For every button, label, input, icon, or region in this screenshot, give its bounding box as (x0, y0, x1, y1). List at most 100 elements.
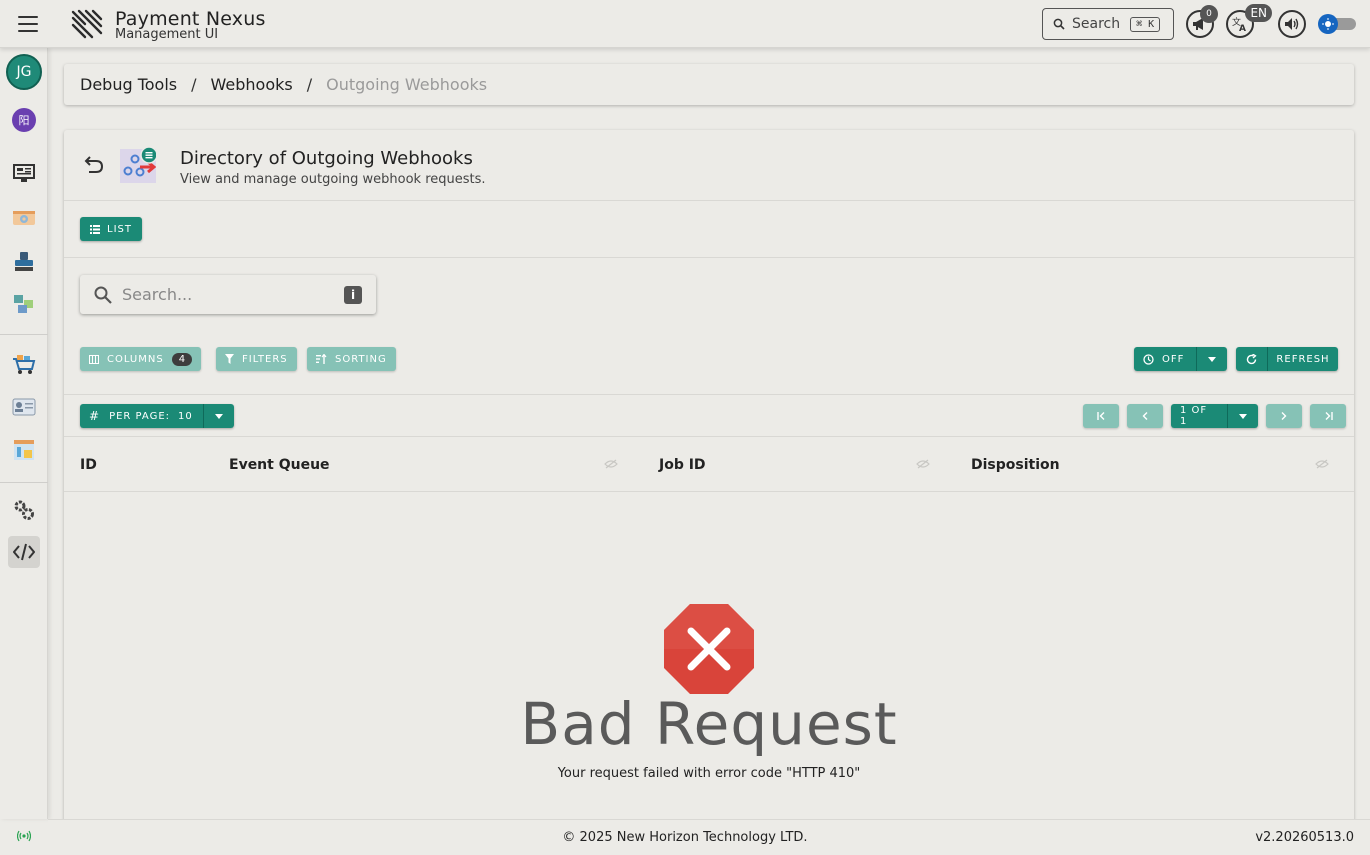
caret-down-icon (1208, 356, 1216, 362)
column-header-job-id[interactable]: Job ID (659, 457, 706, 473)
sidebar-item-settlement[interactable] (8, 202, 40, 234)
column-header-disposition[interactable]: Disposition (971, 457, 1060, 473)
webhook-icon (120, 147, 156, 183)
section-divider (64, 257, 1354, 258)
filters-label: FILTERS (242, 353, 288, 365)
org-avatar[interactable]: 阳 (12, 108, 36, 132)
breadcrumb-separator: / (306, 75, 313, 94)
eye-off-icon[interactable] (916, 459, 930, 469)
auto-refresh-dropdown[interactable] (1197, 347, 1227, 371)
copyright-text: © 2025 New Horizon Technology LTD. (562, 830, 808, 845)
filters-button[interactable]: FILTERS (216, 347, 297, 371)
timer-icon (1143, 353, 1154, 365)
version-text: v2.20260513.0 (1255, 830, 1354, 845)
section-divider (64, 394, 1354, 395)
user-avatar[interactable]: JG (6, 54, 42, 90)
report-icon (14, 440, 34, 460)
list-view-label: LIST (107, 223, 132, 235)
list-view-button[interactable]: LIST (80, 217, 142, 241)
search-icon (1053, 18, 1065, 30)
last-page-icon (1325, 412, 1333, 420)
columns-button[interactable]: COLUMNS 4 (80, 347, 202, 371)
connection-status-icon (17, 830, 31, 842)
column-header-event-queue[interactable]: Event Queue (229, 457, 330, 473)
per-page-dropdown[interactable] (204, 404, 234, 428)
sidebar-item-debug-tools[interactable] (8, 536, 40, 568)
per-page-select[interactable]: # PER PAGE: 10 (80, 404, 203, 428)
chevron-left-icon (1142, 412, 1148, 420)
sidebar-item-integrations[interactable] (8, 288, 40, 320)
breadcrumb-outgoing-webhooks: Outgoing Webhooks (326, 75, 488, 94)
refresh-icon-area (1236, 347, 1267, 371)
filter-icon (225, 354, 234, 364)
search-box: i (80, 275, 376, 314)
section-divider (64, 200, 1354, 201)
sidebar-item-dashboard[interactable] (8, 158, 40, 190)
language-badge: EN (1245, 4, 1272, 22)
sidebar: JG 阳 (0, 48, 48, 819)
menu-icon[interactable] (18, 16, 38, 32)
table-header-border (64, 491, 1354, 492)
refresh-icon (1246, 353, 1257, 364)
language-button[interactable]: 文 A EN (1226, 4, 1272, 38)
search-input[interactable] (122, 285, 332, 304)
sidebar-item-orders[interactable] (8, 348, 40, 380)
eye-off-icon[interactable] (604, 459, 618, 469)
search-shortcut: ⌘ K (1130, 16, 1161, 32)
notification-badge: 0 (1200, 5, 1218, 23)
refresh-button[interactable]: REFRESH (1236, 347, 1338, 371)
announcements-button[interactable]: 0 (1186, 5, 1218, 38)
error-message: Your request failed with error code "HTT… (557, 766, 861, 781)
refresh-label: REFRESH (1268, 347, 1338, 371)
svg-text:A: A (1239, 24, 1246, 32)
gears-icon (14, 500, 34, 520)
info-icon[interactable]: i (344, 286, 362, 304)
back-icon[interactable] (84, 154, 104, 174)
app-subtitle: Management UI (115, 27, 219, 42)
column-header-id[interactable]: ID (80, 457, 97, 473)
monitor-icon (13, 164, 35, 182)
terminal-icon (15, 252, 33, 271)
breadcrumb-separator: / (191, 75, 197, 94)
main-card: Directory of Outgoing Webhooks View and … (64, 130, 1354, 830)
sort-icon (316, 354, 327, 364)
page-subtitle: View and manage outgoing webhook request… (180, 172, 486, 187)
page-dropdown[interactable] (1228, 404, 1258, 428)
sorting-label: SORTING (335, 353, 387, 365)
error-title: Bad Request (520, 690, 898, 758)
page-indicator[interactable]: 1 OF 1 (1171, 404, 1227, 428)
breadcrumb-debug-tools[interactable]: Debug Tools (80, 75, 177, 94)
sound-button[interactable] (1278, 10, 1306, 38)
breadcrumb-webhooks[interactable]: Webhooks (211, 75, 293, 94)
next-page-button[interactable] (1266, 404, 1302, 428)
footer: © 2025 New Horizon Technology LTD. v2.20… (48, 819, 1370, 855)
sorting-button[interactable]: SORTING (307, 347, 396, 371)
page-title: Directory of Outgoing Webhooks (180, 148, 473, 169)
top-bar: Payment Nexus Management UI Search ⌘ K 0… (0, 0, 1370, 48)
auto-refresh-toggle[interactable]: OFF (1134, 347, 1196, 371)
sidebar-item-customers[interactable] (8, 391, 40, 423)
brand-logo-icon (71, 9, 103, 39)
eye-off-icon[interactable] (1315, 459, 1329, 469)
sidebar-item-reports[interactable] (8, 434, 40, 466)
list-icon (90, 224, 100, 234)
theme-toggle[interactable] (1318, 14, 1356, 34)
speaker-icon (1285, 18, 1299, 30)
search-button-label: Search (1072, 16, 1121, 32)
sidebar-divider (0, 334, 48, 335)
prev-page-button[interactable] (1127, 404, 1163, 428)
first-page-button[interactable] (1083, 404, 1119, 428)
global-search-button[interactable]: Search ⌘ K (1042, 8, 1174, 40)
sidebar-item-terminals[interactable] (8, 246, 40, 278)
id-card-icon (12, 398, 36, 416)
per-page-control: # PER PAGE: 10 (80, 404, 234, 428)
error-stop-icon (664, 604, 754, 694)
sidebar-divider (0, 482, 48, 483)
translate-icon: 文 A (1232, 16, 1246, 32)
page-selector: 1 OF 1 (1171, 404, 1258, 428)
sidebar-item-settings[interactable] (8, 494, 40, 526)
auto-refresh-label: OFF (1162, 353, 1185, 365)
gear-card-icon (13, 211, 35, 225)
last-page-button[interactable] (1310, 404, 1346, 428)
columns-icon (89, 354, 99, 364)
